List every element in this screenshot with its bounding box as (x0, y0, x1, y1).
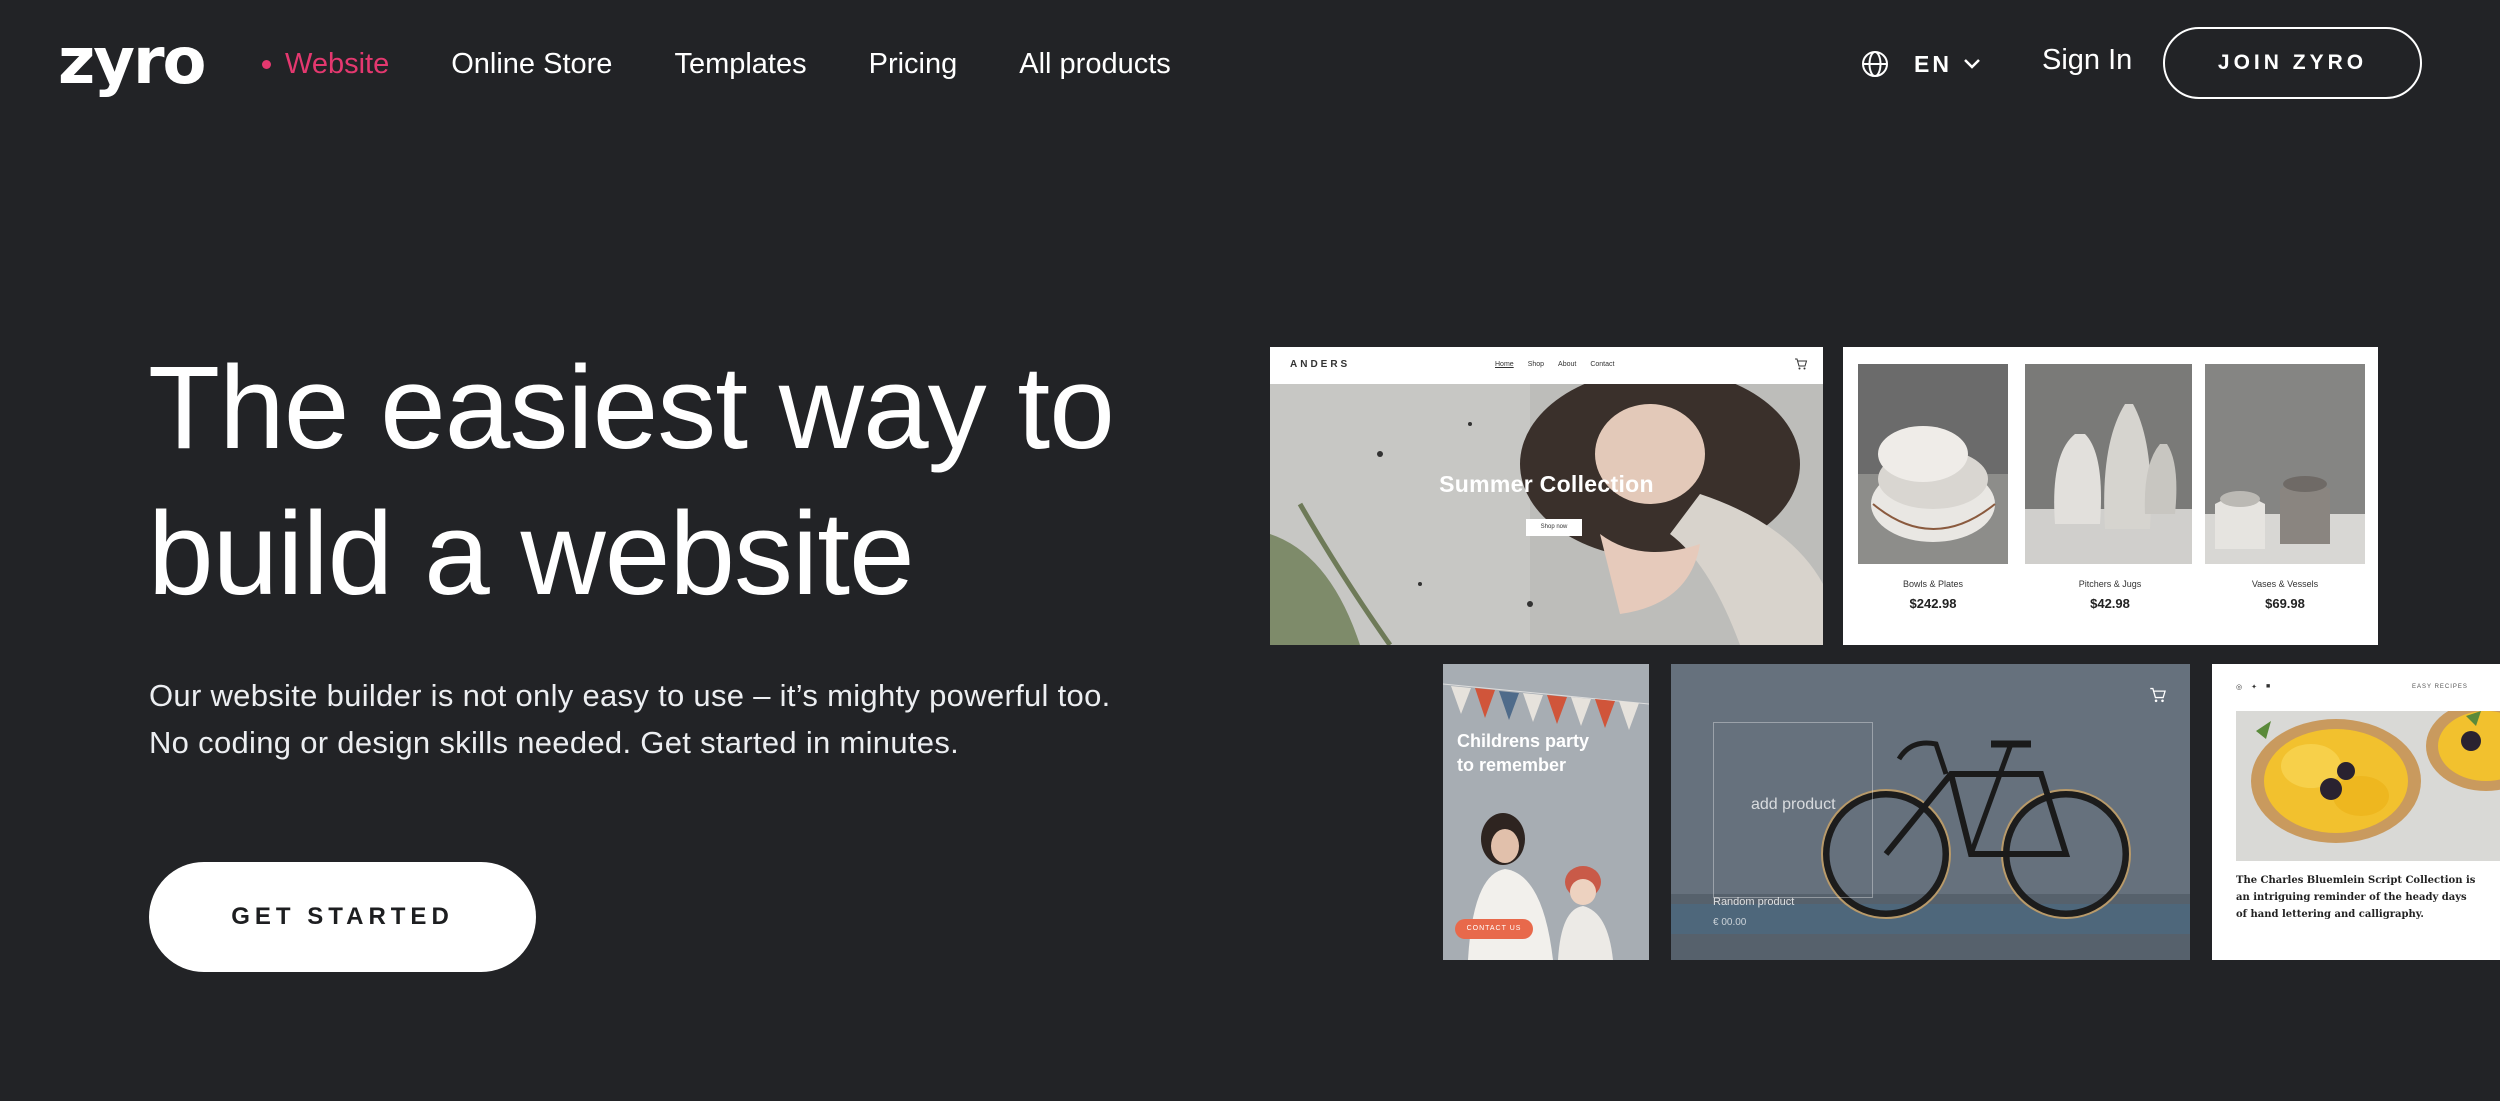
product-price: $42.98 (2090, 596, 2130, 611)
join-zyro-button[interactable]: JOIN ZYRO (2163, 27, 2422, 99)
main-nav: Website Online Store Templates Pricing A… (262, 44, 1233, 84)
tart-photo (2236, 711, 2500, 861)
sign-in-link[interactable]: Sign In (2042, 40, 2132, 80)
nav-link-label: Online Store (451, 48, 613, 80)
party-photo (1443, 664, 1649, 960)
nav-link-online-store[interactable]: Online Store (451, 44, 612, 84)
chevron-down-icon (1964, 59, 1980, 69)
party-contact-button: CONTACT US (1455, 919, 1533, 939)
nav-link-label: Website (285, 48, 390, 80)
facebook-icon: ■ (2265, 683, 2271, 690)
globe-icon (1862, 51, 1888, 77)
product-price: € 00.00 (1713, 917, 1747, 928)
product-price: $69.98 (2265, 596, 2305, 611)
party-headline-line-1: Childrens party (1457, 731, 1590, 751)
zyro-logo[interactable]: zyro (58, 26, 206, 98)
nav-link-website[interactable]: Website (262, 44, 389, 84)
product-image-bowls (1858, 364, 2008, 564)
template-menu-item: Home (1495, 361, 1514, 368)
nav-link-label: Pricing (868, 48, 958, 80)
active-dot-icon (262, 59, 271, 69)
hero-title: The easiest way to build a website (148, 335, 1248, 627)
language-selector[interactable]: EN (1860, 44, 1982, 84)
hero-subtitle: Our website builder is not only easy to … (149, 672, 1289, 766)
party-headline-line-2: to remember (1457, 755, 1567, 775)
recipe-nav: EASY RECIPES (2412, 684, 2468, 690)
template-preview-recipe[interactable]: ◎ ✦ ■ EASY RECIPES The Charles Bluemlein… (2212, 664, 2500, 960)
nav-link-label: All products (1019, 48, 1171, 80)
product-image-vases (2205, 364, 2365, 564)
product-name: Pitchers & Jugs (2078, 579, 2142, 589)
social-icons: ◎ ✦ ■ (2236, 683, 2279, 691)
template-headline: Summer Collection (1439, 471, 1654, 497)
product-price: $242.98 (1909, 596, 1957, 611)
nav-link-templates[interactable]: Templates (674, 44, 806, 84)
instagram-icon: ◎ (2236, 684, 2243, 691)
template-preview-bike[interactable]: add product Random product € 00.00 (1671, 664, 2190, 960)
summer-collection-photo (1270, 384, 1823, 645)
party-headline: Childrens party to remember (1457, 729, 1637, 777)
twitter-icon: ✦ (2251, 684, 2257, 691)
top-navigation: zyro Website Online Store Templates Pric… (0, 0, 2500, 126)
template-logo: ANDERS (1290, 359, 1351, 370)
template-preview-anders[interactable]: ANDERS Home Shop About Contact Summer Co… (1270, 347, 1823, 645)
nav-link-label: Templates (674, 48, 807, 80)
template-shop-button: Shop now (1526, 519, 1582, 536)
template-preview-party[interactable]: Childrens party to remember CONTACT US (1443, 664, 1649, 960)
hero-subtitle-line-2: No coding or design skills needed. Get s… (149, 725, 960, 760)
hero-title-line-2: build a website (148, 488, 915, 620)
product-name: Random product (1713, 896, 1795, 908)
get-started-button[interactable]: GET STARTED (149, 862, 536, 972)
nav-link-pricing[interactable]: Pricing (869, 44, 958, 84)
hero-subtitle-line-1: Our website builder is not only easy to … (149, 678, 1111, 713)
language-label: EN (1914, 50, 1952, 77)
template-menu-item: Shop (1527, 361, 1545, 368)
template-menu-item: Contact (1590, 361, 1615, 368)
cart-icon (2150, 687, 2166, 703)
recipe-description: The Charles Bluemlein Script Collection … (2236, 875, 2476, 920)
nav-link-all-products[interactable]: All products (1019, 44, 1171, 84)
hero-title-line-1: The easiest way to (148, 342, 1115, 474)
product-image-pitchers (2025, 364, 2192, 564)
template-menu: Home Shop About Contact (1495, 361, 1628, 368)
cart-icon (1795, 358, 1808, 370)
product-name: Vases & Vessels (2251, 579, 2319, 589)
template-menu-item: About (1558, 361, 1577, 368)
template-preview-shop[interactable]: Bowls & Plates $242.98 Pitchers & Jugs $… (1843, 347, 2378, 645)
add-product-label: add product (1751, 796, 1836, 813)
template-header-bar: ANDERS Home Shop About Contact (1270, 347, 1823, 384)
product-name: Bowls & Plates (1902, 579, 1964, 589)
